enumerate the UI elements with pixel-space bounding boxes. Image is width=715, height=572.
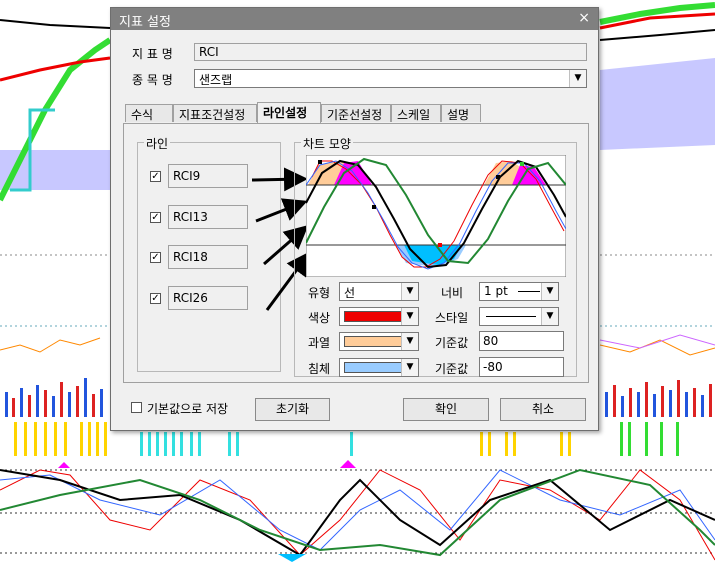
line-group: 라인 ✓ RCI9 ✓ RCI13 ✓ RCI18 ✓ RCI26 xyxy=(137,135,281,372)
style-select[interactable]: ▼ xyxy=(479,307,559,326)
color-select[interactable]: ▼ xyxy=(339,307,419,326)
line-sample xyxy=(518,291,540,292)
oversold-color-swatch xyxy=(344,362,402,373)
indicator-settings-dialog: 지표 설정 × 지 표 명 RCI 종 목 명 샌즈랩 ▼ 수식 지표조건설정 … xyxy=(110,7,599,431)
check-icon: ✓ xyxy=(151,212,160,223)
chevron-down-icon[interactable]: ▼ xyxy=(401,359,418,376)
close-icon[interactable]: × xyxy=(578,10,590,26)
symbol-select[interactable]: 샌즈랩 ▼ xyxy=(194,69,587,88)
reset-button[interactable]: 초기화 xyxy=(255,398,330,421)
cloud-band-right xyxy=(600,58,715,150)
symbol-value: 샌즈랩 xyxy=(199,73,233,87)
base-value-label-2: 기준값 xyxy=(435,362,469,376)
line-button-rci26[interactable]: RCI26 xyxy=(168,286,248,310)
tab-formula[interactable]: 수식 xyxy=(125,104,173,122)
chevron-down-icon[interactable]: ▼ xyxy=(401,283,418,300)
save-default-label: 기본값으로 저장 xyxy=(147,402,229,416)
line-checkbox-rci9[interactable]: ✓ xyxy=(150,171,161,182)
line-checkbox-rci26[interactable]: ✓ xyxy=(150,293,161,304)
line-style-sample xyxy=(486,316,536,317)
line-button-rci13[interactable]: RCI13 xyxy=(168,205,248,229)
width-value: 1 pt xyxy=(484,284,508,298)
width-select[interactable]: 1 pt ▼ xyxy=(479,282,559,301)
oversold-label: 침체 xyxy=(308,362,331,376)
oversold-color-select[interactable]: ▼ xyxy=(339,358,419,377)
check-icon: ✓ xyxy=(151,252,160,263)
check-icon: ✓ xyxy=(151,171,160,182)
width-label: 너비 xyxy=(441,286,464,300)
chevron-down-icon[interactable]: ▼ xyxy=(541,308,558,325)
indicator-name-label: 지 표 명 xyxy=(132,47,173,61)
preview-marker xyxy=(520,162,524,166)
line-button-rci18[interactable]: RCI18 xyxy=(168,245,248,269)
tab-scale[interactable]: 스케일 xyxy=(391,104,441,122)
chart-preview xyxy=(306,155,566,277)
check-icon: ✓ xyxy=(151,293,160,304)
preview-marker xyxy=(372,205,376,209)
line-checkbox-rci18[interactable]: ✓ xyxy=(150,252,161,263)
preview-marker xyxy=(438,243,442,247)
dialog-title-bar[interactable]: 지표 설정 × xyxy=(111,8,598,30)
symbol-label: 종 목 명 xyxy=(132,73,173,87)
chevron-down-icon[interactable]: ▼ xyxy=(401,308,418,325)
line-settings-panel: 라인 ✓ RCI9 ✓ RCI13 ✓ RCI18 ✓ RCI26 차트 모양 xyxy=(123,123,589,383)
tab-indicator-conditions[interactable]: 지표조건설정 xyxy=(173,104,257,122)
tab-line-settings[interactable]: 라인설정 xyxy=(257,102,321,123)
preview-marker xyxy=(318,160,322,164)
line-checkbox-rci13[interactable]: ✓ xyxy=(150,212,161,223)
line-color-swatch xyxy=(344,311,402,322)
color-label: 색상 xyxy=(308,311,331,325)
overheat-label: 과열 xyxy=(308,336,331,350)
chevron-down-icon[interactable]: ▼ xyxy=(541,283,558,300)
chart-shape-group: 차트 모양 유형 선 ▼ 너비 1 pt ▼ 색상 ▼ 스타일 ▼ 과열 ▼ 기… xyxy=(294,135,577,377)
chevron-down-icon[interactable]: ▼ xyxy=(401,333,418,350)
chevron-down-icon[interactable]: ▼ xyxy=(569,70,586,87)
style-label: 스타일 xyxy=(435,311,469,325)
type-value: 선 xyxy=(344,286,356,300)
chart-shape-title: 차트 모양 xyxy=(301,135,353,152)
overheat-base-input[interactable]: 80 xyxy=(479,331,564,351)
preview-marker xyxy=(496,175,500,179)
indicator-name-field: RCI xyxy=(194,43,587,61)
tab-description[interactable]: 설명 xyxy=(441,104,481,122)
tab-baseline-settings[interactable]: 기준선설정 xyxy=(321,104,391,122)
dialog-title: 지표 설정 xyxy=(119,15,171,30)
overheat-color-swatch xyxy=(344,336,402,347)
type-select[interactable]: 선 ▼ xyxy=(339,282,419,301)
save-default-checkbox[interactable] xyxy=(131,402,142,413)
ok-button[interactable]: 확인 xyxy=(403,398,489,421)
cancel-button[interactable]: 취소 xyxy=(500,398,586,421)
overheat-color-select[interactable]: ▼ xyxy=(339,332,419,351)
type-label: 유형 xyxy=(308,286,331,300)
line-group-title: 라인 xyxy=(144,135,171,152)
oversold-base-input[interactable]: -80 xyxy=(479,357,564,377)
base-value-label-1: 기준값 xyxy=(435,336,469,350)
line-button-rci9[interactable]: RCI9 xyxy=(168,164,248,188)
